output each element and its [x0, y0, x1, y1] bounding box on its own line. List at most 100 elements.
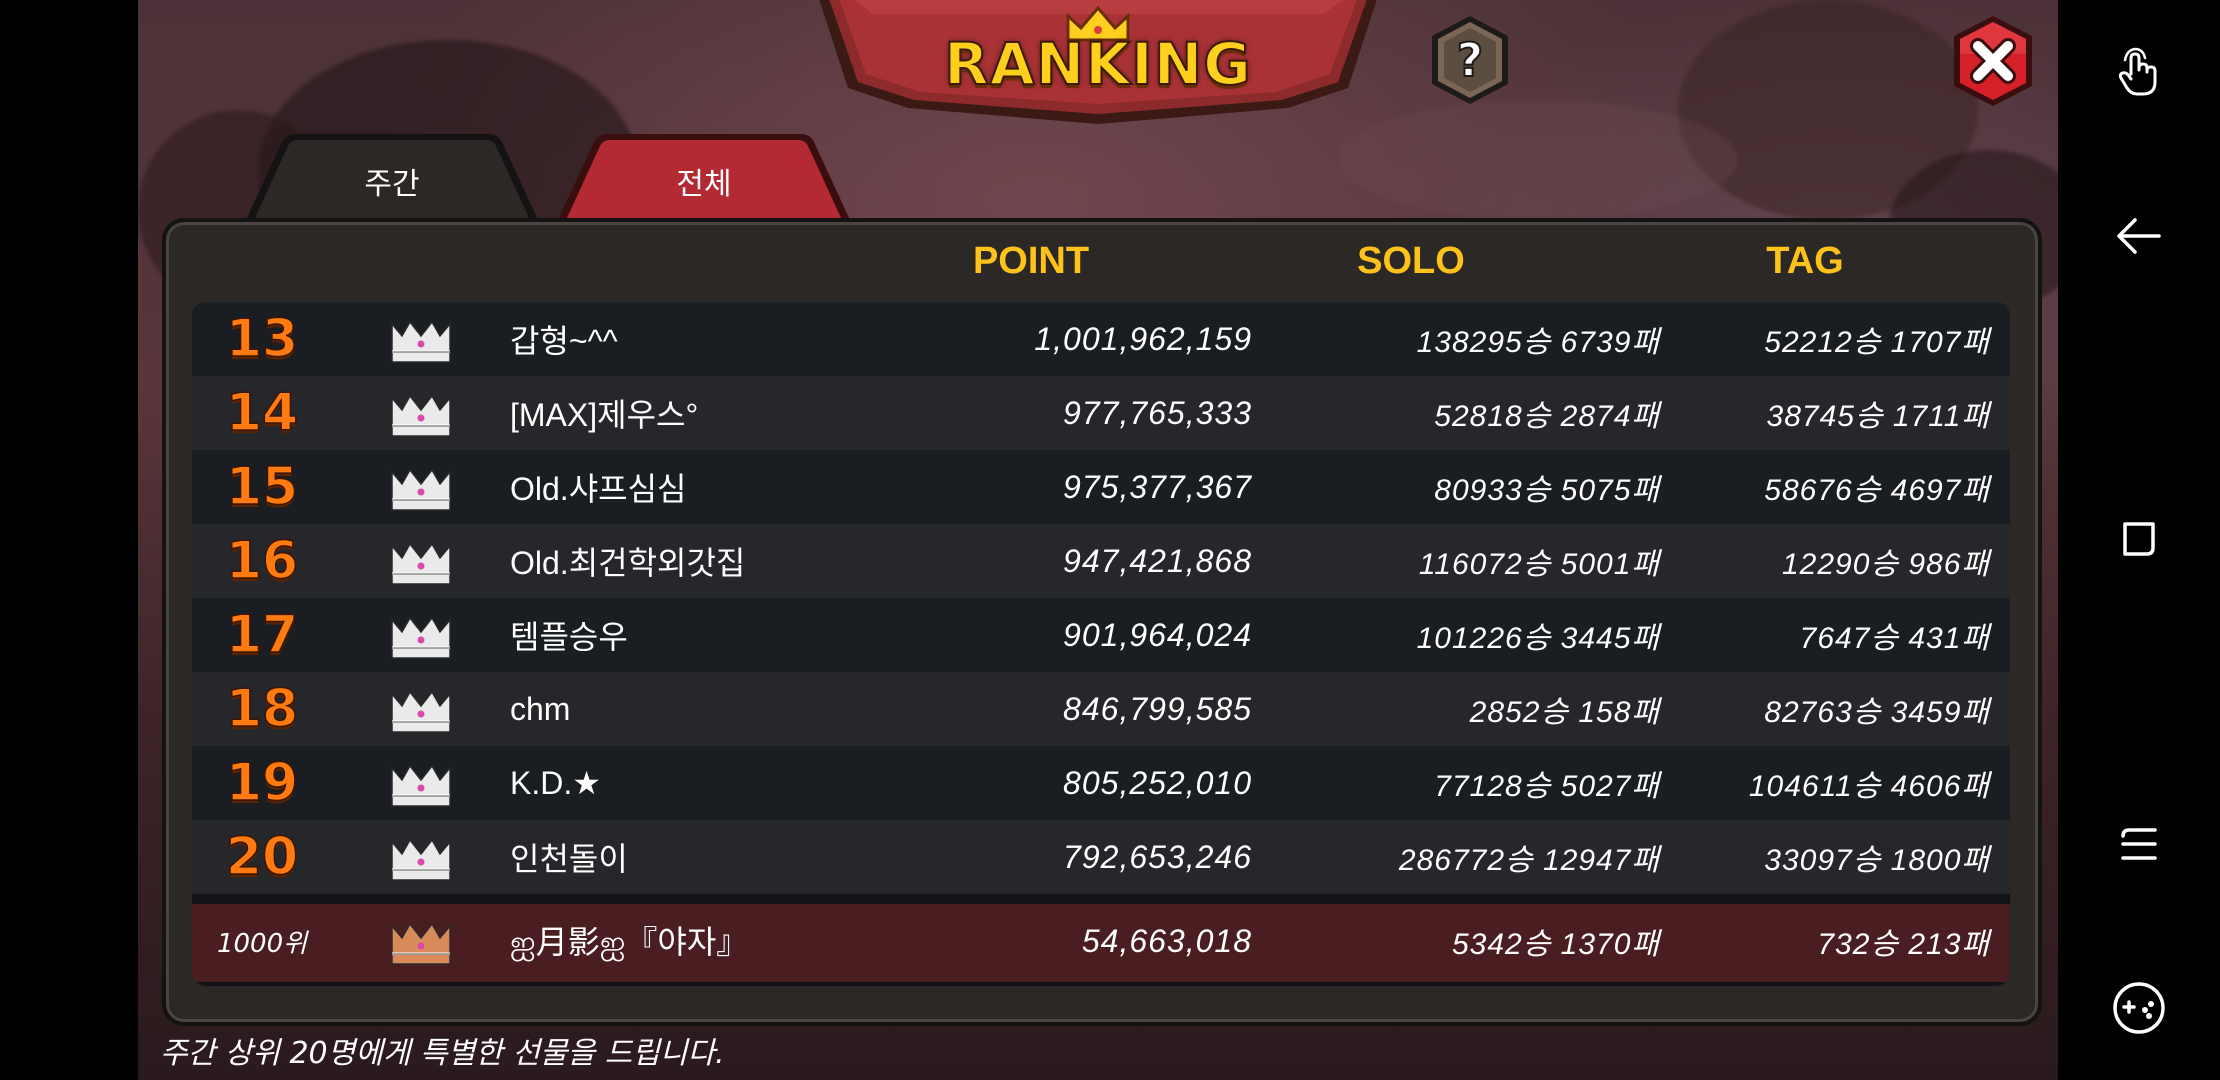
close-button[interactable] — [1946, 14, 2040, 108]
title-banner: RANKING — [818, 0, 1378, 126]
help-button[interactable]: ? — [1424, 14, 1516, 106]
home-button[interactable] — [2109, 814, 2169, 874]
ranking-row[interactable]: 13 갑형~^^ 1,001,962,159 138295승 6739패 522… — [192, 302, 2010, 376]
tab-all-label: 전체 — [676, 167, 732, 202]
column-header-point: POINT — [972, 240, 1090, 282]
crown-badge — [386, 376, 456, 450]
solo-record: 52818승 2874패 — [1434, 400, 1660, 433]
rank-number: 15 — [225, 456, 299, 518]
tag-record: 7647승 431패 — [1799, 622, 1990, 655]
point-value: 792,653,246 — [1063, 838, 1252, 875]
question-icon: ? — [1432, 16, 1508, 104]
ranking-row[interactable]: 14 [MAX]제우스° 977,765,333 52818승 2874패 38… — [192, 376, 2010, 450]
crown-badge — [386, 904, 456, 978]
column-header-tag: TAG — [1766, 240, 1844, 282]
point-value: 805,252,010 — [1063, 764, 1252, 801]
game-screen: RANKING ? 주간 전체 POINT SOLO TAG 13 갑형~^^ … — [138, 0, 2058, 1080]
solo-record: 138295승 6739패 — [1416, 326, 1660, 359]
footer-notice: 주간 상위 20명에게 특별한 선물을 드립니다. — [160, 1036, 725, 1071]
recents-button[interactable] — [2109, 508, 2169, 568]
my-rank-row[interactable]: 1000위 ஐ月影ஐ『야자』 54,663,018 5342승 1370패 73… — [192, 904, 2010, 982]
ranking-row[interactable]: 17 템플승우 901,964,024 101226승 3445패 7647승 … — [192, 598, 2010, 672]
point-value: 977,765,333 — [1063, 394, 1252, 431]
ranking-list[interactable]: 13 갑형~^^ 1,001,962,159 138295승 6739패 522… — [192, 302, 2010, 986]
solo-record: 2852승 158패 — [1469, 696, 1660, 729]
crown-badge — [386, 524, 456, 598]
tag-record: 58676승 4697패 — [1764, 474, 1990, 507]
system-nav-bar — [2058, 0, 2220, 1080]
player-name: Old.샤프심심 — [510, 471, 687, 507]
crown-badge — [386, 820, 456, 894]
crown-rank-icon — [391, 690, 451, 733]
crown-rank-icon — [391, 922, 451, 965]
point-value: 846,799,585 — [1063, 690, 1252, 727]
tab-weekly-label: 주간 — [364, 167, 420, 202]
crown-rank-icon — [391, 394, 451, 437]
column-header-solo: SOLO — [1357, 240, 1465, 282]
close-icon — [1954, 16, 2032, 106]
tag-record: 82763승 3459패 — [1764, 696, 1990, 729]
tag-record: 33097승 1800패 — [1764, 844, 1990, 877]
rank-number: 13 — [225, 308, 299, 370]
crown-rank-icon — [391, 320, 451, 363]
touch-gesture-button[interactable] — [2109, 42, 2169, 102]
ranking-row[interactable]: 18 chm 846,799,585 2852승 158패 82763승 345… — [192, 672, 2010, 746]
crown-rank-icon — [391, 542, 451, 585]
player-name: K.D.★ — [510, 765, 601, 801]
crown-badge — [386, 746, 456, 820]
solo-record: 286772승 12947패 — [1398, 844, 1660, 877]
hand-touch-icon — [2118, 47, 2157, 96]
page-title: RANKING — [943, 29, 1252, 99]
crown-rank-icon — [391, 764, 451, 807]
tag-record: 12290승 986패 — [1781, 548, 1990, 581]
crown-badge — [386, 598, 456, 672]
point-value: 901,964,024 — [1063, 616, 1252, 653]
point-value: 975,377,367 — [1063, 468, 1252, 505]
point-value: 947,421,868 — [1063, 542, 1252, 579]
player-name: 인천돌이 — [510, 841, 628, 877]
tab-all[interactable]: 전체 — [554, 134, 854, 220]
rank-number: 18 — [225, 678, 299, 740]
background-rock — [1338, 100, 1738, 220]
point-value: 54,663,018 — [1081, 922, 1252, 959]
crown-rank-icon — [391, 838, 451, 881]
rank-number: 16 — [225, 530, 299, 592]
ranking-panel: POINT SOLO TAG 13 갑형~^^ 1,001,962,159 13… — [162, 218, 2042, 1026]
crown-badge — [386, 450, 456, 524]
rank-number: 20 — [225, 826, 299, 888]
solo-record: 5342승 1370패 — [1451, 928, 1660, 961]
game-tools-button[interactable] — [2109, 978, 2169, 1038]
player-name: chm — [510, 690, 571, 727]
back-arrow-icon — [2117, 218, 2161, 254]
tag-record: 52212승 1707패 — [1764, 326, 1990, 359]
rank-number: 1000위 — [216, 928, 308, 959]
ranking-row[interactable]: 15 Old.샤프심심 975,377,367 80933승 5075패 586… — [192, 450, 2010, 524]
solo-record: 101226승 3445패 — [1416, 622, 1660, 655]
solo-record: 116072승 5001패 — [1418, 548, 1660, 581]
solo-record: 77128승 5027패 — [1434, 770, 1660, 803]
rank-number: 19 — [225, 752, 299, 814]
rank-number: 17 — [225, 604, 299, 666]
crown-badge — [386, 672, 456, 746]
crown-rank-icon — [391, 468, 451, 511]
player-name: 템플승우 — [510, 619, 628, 655]
rank-number: 14 — [225, 382, 299, 444]
player-name: Old.최건학외갓집 — [510, 545, 746, 581]
player-name: 갑형~^^ — [510, 323, 618, 359]
ranking-row[interactable]: 19 K.D.★ 805,252,010 77128승 5027패 104611… — [192, 746, 2010, 820]
tag-record: 104611승 4606패 — [1748, 770, 1990, 803]
gamepad-icon — [2113, 982, 2165, 1034]
svg-text:?: ? — [1457, 33, 1484, 87]
player-name: ஐ月影ஐ『야자』 — [510, 924, 749, 960]
ranking-row[interactable]: 16 Old.최건학외갓집 947,421,868 116072승 5001패 … — [192, 524, 2010, 598]
back-button[interactable] — [2109, 206, 2169, 266]
tag-record: 38745승 1711패 — [1766, 400, 1990, 433]
player-name: [MAX]제우스° — [510, 397, 699, 433]
crown-rank-icon — [391, 616, 451, 659]
solo-record: 80933승 5075패 — [1434, 474, 1660, 507]
tab-weekly[interactable]: 주간 — [242, 134, 542, 220]
tag-record: 732승 213패 — [1817, 928, 1990, 961]
point-value: 1,001,962,159 — [1034, 320, 1252, 357]
ranking-row[interactable]: 20 인천돌이 792,653,246 286772승 12947패 33097… — [192, 820, 2010, 894]
recents-icon — [2123, 522, 2155, 556]
